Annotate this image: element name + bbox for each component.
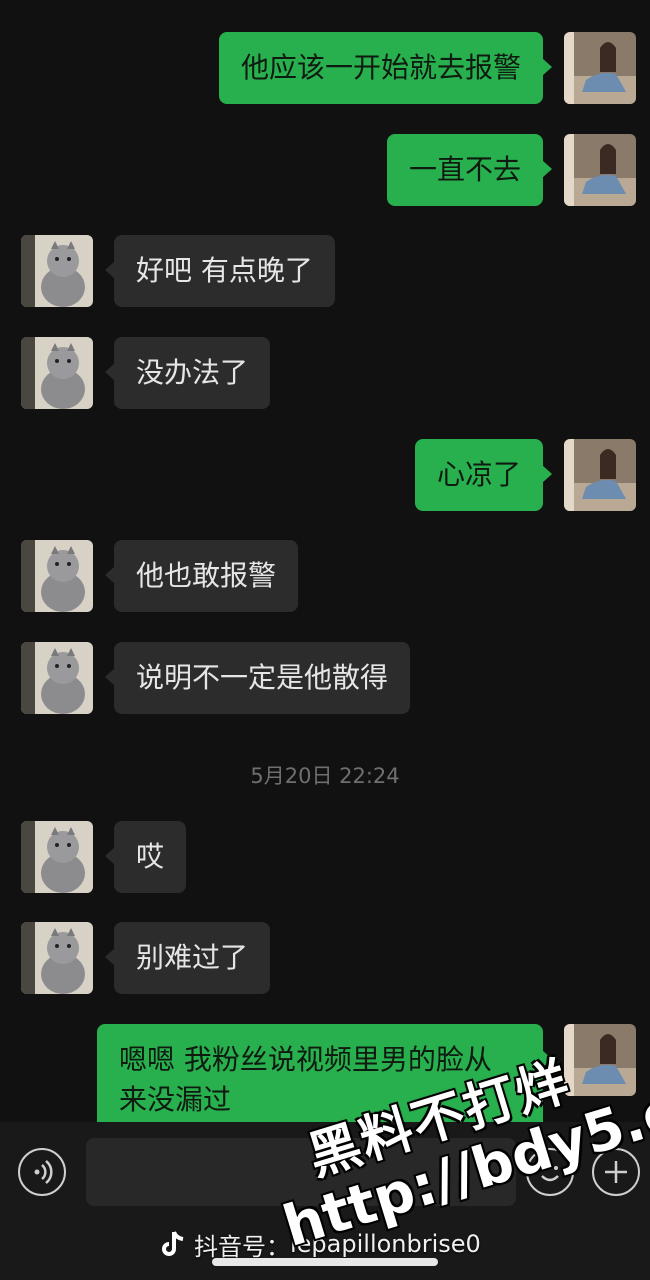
douyin-id: lepapillonbrise0 (290, 1230, 481, 1258)
my-avatar[interactable] (564, 134, 636, 206)
contact-avatar[interactable] (21, 337, 93, 409)
cat-avatar-image (21, 642, 93, 714)
home-indicator (212, 1258, 438, 1266)
cat-avatar-image (21, 922, 93, 994)
my-avatar-image (564, 32, 636, 104)
cat-avatar-image (21, 540, 93, 612)
my-avatar-image (564, 439, 636, 511)
message-bubble-them[interactable]: 好吧 有点晚了 (105, 235, 335, 307)
contact-avatar[interactable] (21, 821, 93, 893)
douyin-logo-icon (162, 1231, 184, 1256)
douyin-account-overlay: 抖音号： lepapillonbrise0 (160, 1226, 481, 1262)
more-button[interactable] (592, 1148, 640, 1196)
cat-avatar-image (21, 337, 93, 409)
my-avatar-image (564, 1024, 636, 1096)
contact-avatar[interactable] (21, 642, 93, 714)
cat-avatar-image (21, 821, 93, 893)
message-bubble-them[interactable]: 没办法了 (104, 337, 271, 409)
contact-avatar[interactable] (21, 235, 93, 307)
message-bubble-me[interactable]: 他应该一开始就去报警 (218, 32, 553, 104)
contact-avatar[interactable] (21, 540, 93, 612)
message-bubble-them[interactable]: 说明不一定是他散得 (104, 642, 411, 714)
message-bubble-them[interactable]: 他也敢报警 (104, 540, 299, 612)
message-timestamp: 5月20日 22:24 (250, 764, 400, 788)
emoji-button[interactable] (526, 1148, 574, 1196)
message-bubble-them[interactable]: 哎 (104, 821, 187, 893)
message-input[interactable] (86, 1138, 516, 1206)
voice-button[interactable] (18, 1148, 66, 1196)
douyin-label: 抖音号： (194, 1232, 290, 1261)
chat-area[interactable]: 他应该一开始就去报警 一直不去 好吧 有点晚了 没办法了 心凉了 他也敢报警 说… (0, 0, 650, 1122)
cat-avatar-image (21, 235, 93, 307)
voice-icon (34, 1160, 53, 1184)
my-avatar[interactable] (564, 439, 636, 511)
message-bubble-me[interactable]: 嗯嗯 我粉丝说视频里男的脸从 来没漏过 (97, 1024, 552, 1122)
message-bubble-me[interactable]: 心凉了 (414, 439, 553, 511)
plus-icon (605, 1161, 627, 1183)
my-avatar[interactable] (564, 1024, 636, 1096)
message-bubble-me[interactable]: 一直不去 (386, 134, 553, 206)
emoji-icon (541, 1166, 559, 1182)
my-avatar[interactable] (564, 32, 636, 104)
message-bubble-them[interactable]: 别难过了 (104, 922, 271, 994)
contact-avatar[interactable] (21, 922, 93, 994)
my-avatar-image (564, 134, 636, 206)
